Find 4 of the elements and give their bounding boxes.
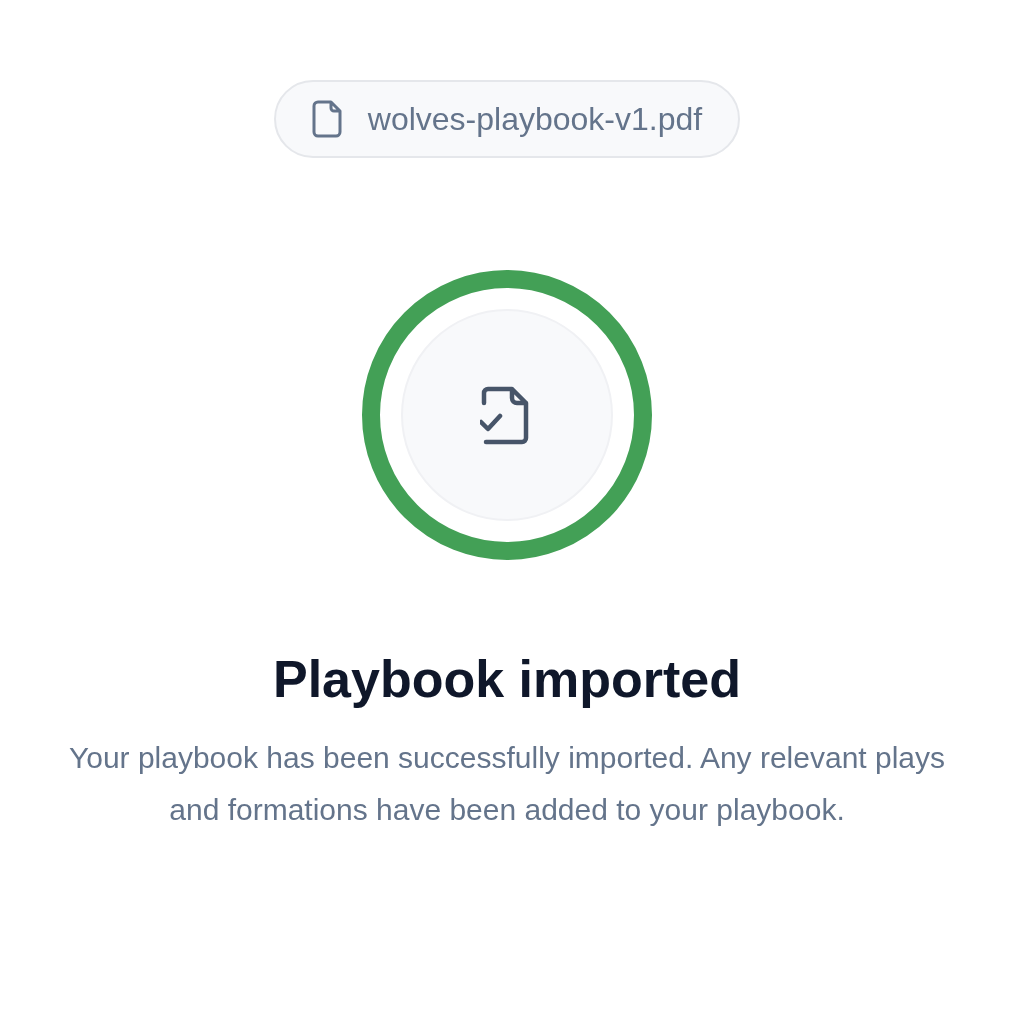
message: Your playbook has been successfully imported. Any relevant plays and formations have been added to your playbook.	[67, 740, 947, 829]
file-name: wolves-playbook-v1.pdf	[367, 100, 703, 138]
title: Playbook imported	[272, 649, 742, 710]
document-icon	[311, 100, 342, 138]
